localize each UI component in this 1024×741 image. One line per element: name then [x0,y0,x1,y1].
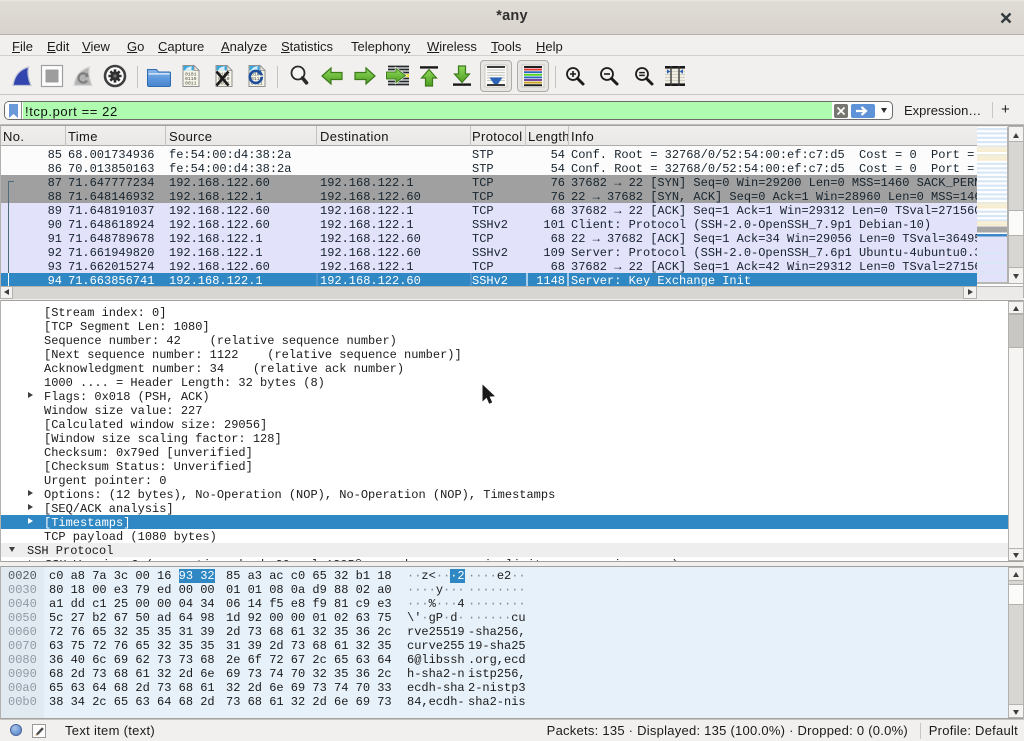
svg-text:0011: 0011 [185,81,197,87]
